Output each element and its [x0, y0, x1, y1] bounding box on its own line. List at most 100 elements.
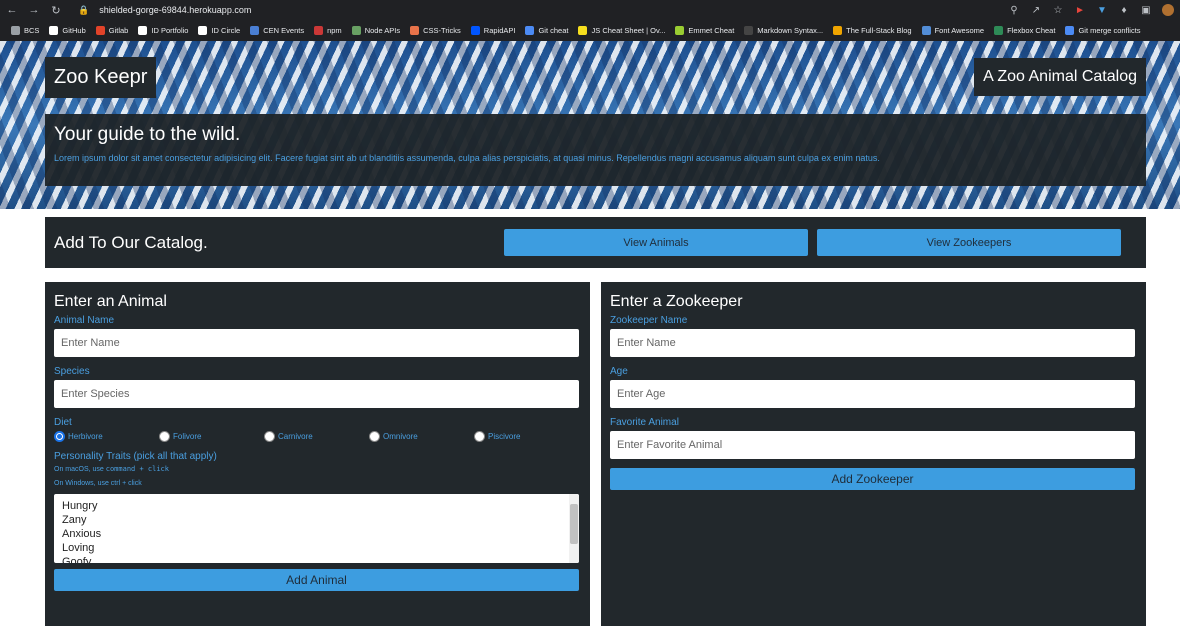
bookmark-item[interactable]: Font Awesome: [917, 26, 989, 35]
lock-icon[interactable]: 🔒: [78, 5, 89, 16]
sidebar-icon[interactable]: ▣: [1140, 4, 1152, 16]
bookmark-item[interactable]: Markdown Syntax...: [739, 26, 828, 35]
trait-option[interactable]: Hungry: [62, 499, 571, 513]
trait-option[interactable]: Loving: [62, 541, 571, 555]
url-text[interactable]: shielded-gorge-69844.herokuapp.com: [99, 5, 251, 15]
puzzle-icon[interactable]: ♦: [1118, 4, 1130, 16]
diet-radio[interactable]: Piscivore: [474, 431, 579, 442]
bookmark-label: GitHub: [62, 26, 86, 35]
bookmark-label: Emmet Cheat: [688, 26, 735, 35]
radio-button-icon[interactable]: [264, 431, 275, 442]
bookmark-item[interactable]: BCS: [6, 26, 44, 35]
bookmark-item[interactable]: RapidAPI: [466, 26, 521, 35]
radio-button-icon[interactable]: [369, 431, 380, 442]
zoom-icon[interactable]: ⚲: [1008, 4, 1020, 16]
zookeeper-name-input[interactable]: Enter Name: [610, 329, 1135, 357]
bookmark-favicon-icon: [11, 26, 20, 35]
bookmark-favicon-icon: [744, 26, 754, 35]
bookmark-item[interactable]: GitHub: [44, 26, 90, 35]
share-icon[interactable]: ↗: [1030, 4, 1042, 16]
bookmark-favicon-icon: [833, 26, 843, 35]
bookmark-item[interactable]: Gitlab: [91, 26, 134, 35]
age-label: Age: [610, 366, 628, 377]
site-tagline: A Zoo Animal Catalog: [974, 58, 1146, 96]
bookmark-label: Git cheat: [538, 26, 569, 35]
traits-label: Personality Traits (pick all that apply): [54, 451, 217, 462]
profile-avatar-icon[interactable]: [1162, 4, 1174, 16]
bookmark-favicon-icon: [525, 26, 535, 35]
bookmark-item[interactable]: CSS-Tricks: [405, 26, 466, 35]
diet-label: Diet: [54, 417, 72, 428]
diet-radio-group: Herbivore Folivore Carnivore Omnivore Pisciv…: [54, 431, 581, 442]
animal-form: Enter an Animal Animal Name Enter Name S…: [45, 282, 590, 626]
age-input[interactable]: Enter Age: [610, 380, 1135, 408]
catalog-bar: Add To Our Catalog. View Animals View Zo…: [45, 217, 1146, 268]
bookmark-item[interactable]: Git merge conflicts: [1060, 26, 1145, 35]
diet-radio-label: Folivore: [173, 432, 202, 441]
trait-option[interactable]: Anxious: [62, 527, 571, 541]
bookmark-label: Font Awesome: [934, 26, 985, 35]
radio-button-icon[interactable]: [474, 431, 485, 442]
diet-radio[interactable]: Omnivore: [369, 431, 474, 442]
bookmark-label: Git merge conflicts: [1078, 26, 1141, 35]
listbox-scrollbar[interactable]: [569, 494, 579, 563]
back-icon[interactable]: ←: [6, 4, 18, 16]
extension-blue-icon[interactable]: ▼: [1096, 4, 1108, 16]
zookeeper-name-label: Zookeeper Name: [610, 315, 688, 326]
add-zookeeper-button[interactable]: Add Zookeeper: [610, 468, 1135, 490]
bookmark-favicon-icon: [198, 26, 208, 35]
view-animals-button[interactable]: View Animals: [504, 229, 808, 256]
radio-button-icon[interactable]: [54, 431, 65, 442]
star-icon[interactable]: ☆: [1052, 4, 1064, 16]
bookmark-favicon-icon: [675, 26, 685, 35]
trait-option[interactable]: Goofy: [62, 555, 571, 563]
bookmark-favicon-icon: [351, 26, 361, 35]
scrollbar-thumb[interactable]: [570, 504, 578, 544]
browser-actions: ⚲ ↗ ☆ ► ▼ ♦ ▣: [1008, 4, 1174, 16]
bookmark-item[interactable]: ID Circle: [193, 26, 245, 35]
view-zookeepers-button[interactable]: View Zookeepers: [817, 229, 1121, 256]
bookmark-label: ID Portfolio: [151, 26, 189, 35]
mac-hint: On macOS, use command + click: [54, 465, 581, 473]
bookmark-item[interactable]: Node APIs: [347, 26, 405, 35]
bookmark-item[interactable]: Git cheat: [520, 26, 573, 35]
animal-name-input[interactable]: Enter Name: [54, 329, 579, 357]
diet-radio[interactable]: Herbivore: [54, 431, 159, 442]
diet-radio[interactable]: Folivore: [159, 431, 264, 442]
bookmark-favicon-icon: [49, 26, 59, 35]
site-brand[interactable]: Zoo Keepr: [45, 57, 157, 98]
traits-listbox[interactable]: Hungry Zany Anxious Loving Goofy: [54, 494, 579, 563]
bookmark-item[interactable]: ID Portfolio: [133, 26, 193, 35]
bookmark-favicon-icon: [994, 26, 1004, 35]
bookmark-label: RapidAPI: [483, 26, 516, 35]
favorite-animal-input[interactable]: Enter Favorite Animal: [610, 431, 1135, 459]
bookmark-label: BCS: [24, 26, 40, 35]
mac-hint-text: On macOS, use: [54, 466, 106, 473]
bookmark-label: ID Circle: [211, 26, 241, 35]
guide-box: Your guide to the wild. Lorem ipsum dolo…: [45, 114, 1146, 186]
forward-icon[interactable]: →: [28, 4, 40, 16]
bookmark-item[interactable]: CEN Events: [245, 26, 309, 35]
extension-red-icon[interactable]: ►: [1074, 4, 1086, 16]
reload-icon[interactable]: ↻: [50, 4, 62, 17]
bookmark-favicon-icon: [578, 26, 588, 35]
bookmark-item[interactable]: The Full-Stack Blog: [828, 26, 916, 35]
bookmark-item[interactable]: Flexbox Cheat: [989, 26, 1060, 35]
bookmark-label: Gitlab: [108, 26, 129, 35]
bookmark-favicon-icon: [921, 26, 931, 35]
species-label: Species: [54, 366, 90, 377]
bookmark-label: Markdown Syntax...: [757, 26, 824, 35]
species-input[interactable]: Enter Species: [54, 380, 579, 408]
bookmark-item[interactable]: JS Cheat Sheet | Ov...: [573, 26, 670, 35]
add-animal-button[interactable]: Add Animal: [54, 569, 579, 591]
mac-hint-keys: command + click: [105, 465, 169, 473]
bookmark-item[interactable]: Emmet Cheat: [670, 26, 739, 35]
bookmark-favicon-icon: [95, 26, 105, 35]
guide-text: Lorem ipsum dolor sit amet consectetur a…: [54, 153, 880, 163]
bookmark-item[interactable]: npm: [309, 26, 347, 35]
trait-option[interactable]: Zany: [62, 513, 571, 527]
radio-button-icon[interactable]: [159, 431, 170, 442]
diet-radio[interactable]: Carnivore: [264, 431, 369, 442]
bookmark-favicon-icon: [138, 26, 148, 35]
bookmarks-bar: BCS GitHub Gitlab ID Portfolio ID Circle CEN …: [0, 20, 1180, 41]
